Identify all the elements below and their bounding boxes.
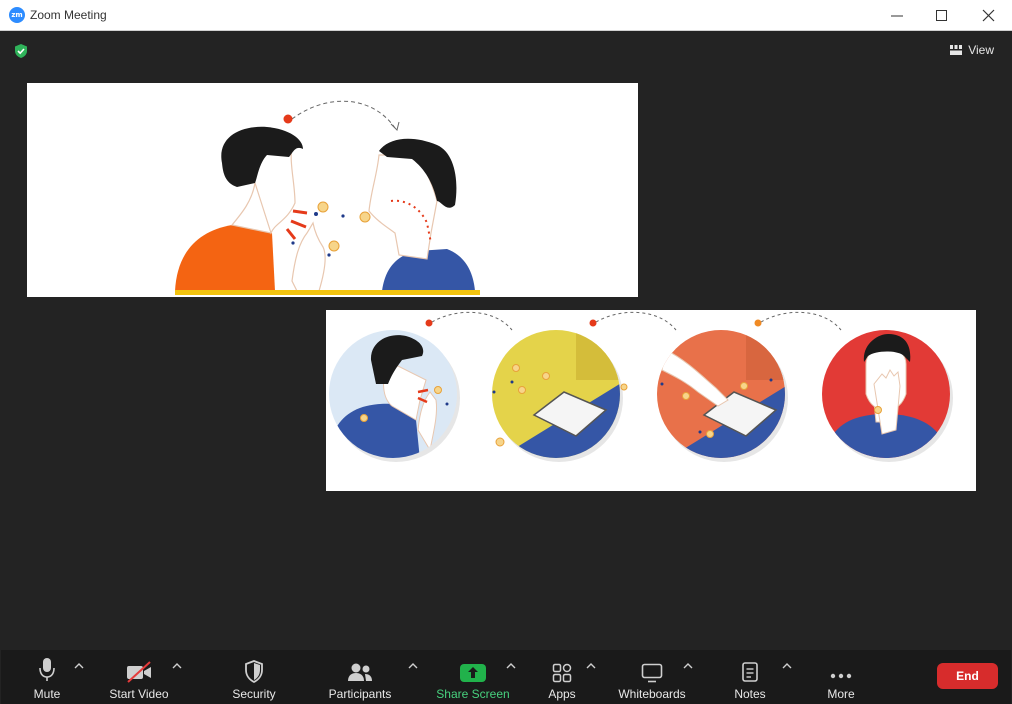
- close-button[interactable]: [966, 0, 1012, 31]
- microphone-icon: [39, 658, 55, 681]
- apps-icon: [552, 663, 572, 683]
- participants-button[interactable]: Participants: [326, 650, 394, 704]
- view-button[interactable]: View: [950, 43, 994, 57]
- minimize-icon: [891, 15, 903, 17]
- end-meeting-button[interactable]: End: [937, 663, 998, 689]
- window-title: Zoom Meeting: [30, 8, 107, 22]
- notes-options-caret-icon[interactable]: [782, 662, 792, 669]
- notes-label: Notes: [734, 687, 766, 701]
- start-video-button[interactable]: Start Video: [106, 650, 172, 704]
- notes-icon: [742, 662, 758, 682]
- security-button[interactable]: Security: [226, 650, 282, 704]
- maximize-icon: [936, 10, 947, 21]
- shared-image-cough-transmission: [27, 83, 638, 297]
- participants-icon: [348, 663, 372, 681]
- minimize-button[interactable]: [874, 0, 920, 31]
- mute-label: Mute: [33, 687, 61, 701]
- grid-view-icon: [950, 45, 963, 55]
- shared-image-surface-contamination: [326, 310, 976, 491]
- share-screen-button[interactable]: Share Screen: [436, 650, 510, 704]
- close-icon: [982, 9, 995, 22]
- whiteboards-label: Whiteboards: [618, 687, 686, 701]
- participants-label: Participants: [328, 687, 392, 701]
- more-label: More: [827, 687, 855, 701]
- whiteboards-button[interactable]: Whiteboards: [616, 650, 688, 704]
- share-screen-icon: [460, 664, 486, 682]
- more-dots-icon: [830, 673, 852, 679]
- video-off-icon: [127, 661, 151, 683]
- more-button[interactable]: More: [822, 650, 860, 704]
- share-screen-label: Share Screen: [436, 687, 510, 701]
- apps-label: Apps: [548, 687, 576, 701]
- mute-options-caret-icon[interactable]: [74, 662, 84, 669]
- title-bar: zm Zoom Meeting: [0, 0, 1012, 31]
- view-label: View: [968, 43, 994, 57]
- apps-button[interactable]: Apps: [544, 650, 580, 704]
- security-label: Security: [232, 687, 276, 701]
- shield-check-icon[interactable]: [13, 43, 29, 59]
- whiteboard-icon: [641, 663, 663, 683]
- whiteboards-options-caret-icon[interactable]: [683, 662, 693, 669]
- start-video-label: Start Video: [109, 687, 169, 701]
- participants-options-caret-icon[interactable]: [408, 662, 418, 669]
- apps-options-caret-icon[interactable]: [586, 662, 596, 669]
- share-options-caret-icon[interactable]: [506, 662, 516, 669]
- video-options-caret-icon[interactable]: [172, 662, 182, 669]
- maximize-button[interactable]: [919, 0, 965, 31]
- mute-button[interactable]: Mute: [30, 650, 64, 704]
- security-shield-icon: [245, 660, 263, 683]
- notes-button[interactable]: Notes: [730, 650, 770, 704]
- zoom-logo-icon: zm: [9, 7, 25, 23]
- surface-contamination-illustration: [329, 311, 953, 462]
- cough-transmission-illustration: [175, 100, 480, 295]
